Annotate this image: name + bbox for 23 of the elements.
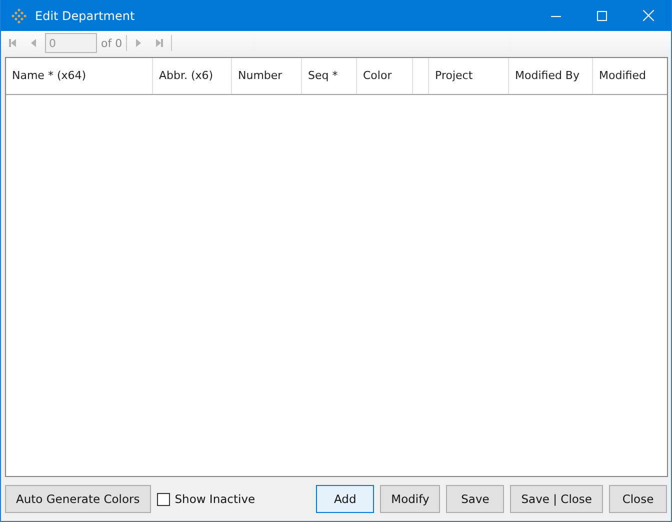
auto-generate-colors-button[interactable]: Auto Generate Colors [5, 485, 151, 513]
dialog-button[interactable]: Close [609, 485, 667, 513]
checkbox[interactable] [156, 492, 170, 506]
close-icon [642, 10, 654, 21]
record-count: of 0 [101, 36, 122, 50]
dialog-button[interactable]: Add [316, 485, 374, 513]
column-header[interactable]: Seq * [302, 58, 357, 94]
column-header[interactable]: Modified By [509, 58, 593, 94]
last-icon [154, 38, 164, 48]
window-title: Edit Department [35, 8, 136, 22]
column-header[interactable]: Abbr. (x6) [153, 58, 232, 94]
dialog-button[interactable]: Save | Close [510, 485, 603, 513]
maximize-icon [597, 10, 607, 20]
app-icon [11, 8, 27, 24]
checkbox-label: Show Inactive [174, 492, 256, 506]
column-header[interactable]: Modified [593, 58, 667, 94]
column-header[interactable]: Color [357, 58, 413, 94]
dialog-button[interactable]: Modify [380, 485, 440, 513]
column-header[interactable]: Name * (x64) [6, 58, 153, 94]
column-header[interactable]: Number [232, 58, 302, 94]
first-icon [8, 38, 18, 48]
column-header[interactable]: Project [429, 58, 509, 94]
dialog-button[interactable]: Save [446, 485, 504, 513]
